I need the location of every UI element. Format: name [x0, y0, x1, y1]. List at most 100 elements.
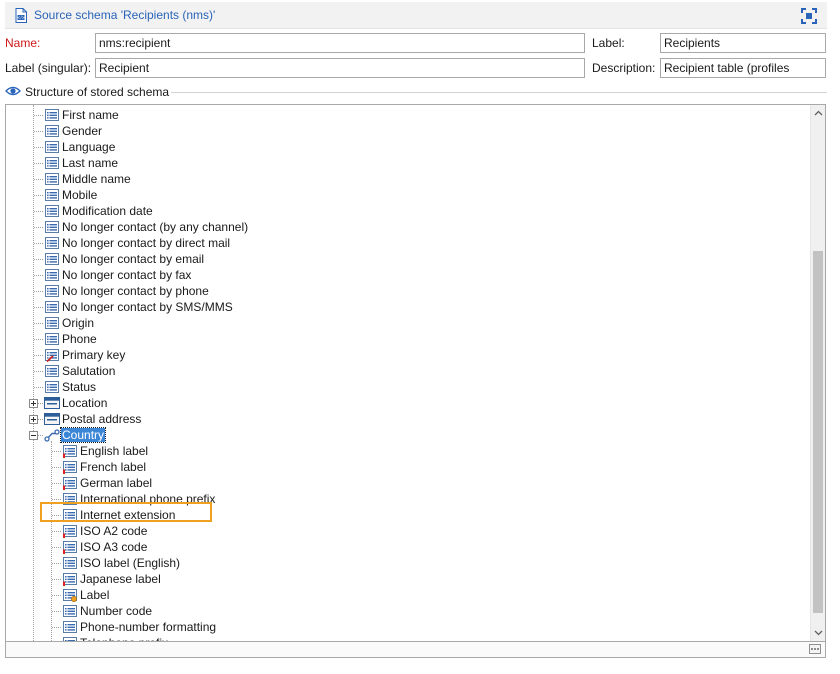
tree-item-label: Gender — [62, 124, 103, 138]
attribute-sql-icon — [63, 461, 77, 474]
attribute-icon — [45, 381, 59, 393]
tree-connector — [34, 147, 43, 148]
tree-connector — [34, 355, 43, 356]
tree-connector — [52, 579, 61, 580]
scroll-up-icon[interactable] — [814, 109, 823, 118]
tree-connector — [34, 243, 43, 244]
maximize-icon[interactable] — [801, 8, 817, 24]
tree-item[interactable]: German label — [62, 475, 662, 491]
tree-connector — [52, 627, 61, 628]
section-divider — [171, 92, 827, 93]
tree-connector — [52, 563, 61, 564]
tree-item[interactable]: Postal address — [44, 411, 644, 427]
tree-item[interactable]: Phone — [44, 331, 644, 347]
tree-item[interactable]: Number code — [62, 603, 662, 619]
tree-item[interactable]: Location — [44, 395, 644, 411]
tree-item[interactable]: Middle name — [44, 171, 644, 187]
tree-item-label: ISO label (English) — [80, 556, 181, 570]
tree-item[interactable]: Telephone prefix — [62, 635, 662, 641]
tree-connector — [34, 387, 43, 388]
scrollbar-thumb[interactable] — [813, 251, 823, 613]
tree-item[interactable]: No longer contact by phone — [44, 283, 644, 299]
attribute-icon — [63, 621, 77, 633]
attribute-icon — [45, 189, 59, 201]
tree-item[interactable]: No longer contact by SMS/MMS — [44, 299, 644, 315]
tree-item[interactable]: Internet extension — [62, 507, 662, 523]
tree-item[interactable]: Country — [44, 427, 644, 443]
attribute-icon — [45, 157, 59, 169]
attribute-icon — [45, 109, 59, 121]
description-field[interactable]: Recipient table (profiles — [660, 58, 826, 78]
tree-item[interactable]: International phone prefix — [62, 491, 662, 507]
window-title: Source schema 'Recipients (nms)' — [34, 8, 216, 22]
expand-icon[interactable] — [29, 399, 38, 408]
schema-tree[interactable]: First name Gender Language Last name Middle … — [5, 104, 826, 642]
description-label: Description: — [592, 61, 656, 75]
tree-item[interactable]: No longer contact by fax — [44, 267, 644, 283]
tree-item-label: Origin — [62, 316, 95, 330]
computed-attribute-icon — [63, 589, 77, 602]
tree-item[interactable]: Label — [62, 587, 662, 603]
tree-item-label: Number code — [80, 604, 153, 618]
attribute-icon — [45, 253, 59, 265]
attribute-icon — [63, 637, 77, 641]
tree-item[interactable]: Primary key — [44, 347, 644, 363]
attribute-icon — [45, 333, 59, 345]
tree-item[interactable]: Origin — [44, 315, 644, 331]
tree-item[interactable]: Modification date — [44, 203, 644, 219]
attribute-icon — [45, 269, 59, 281]
tree-item[interactable]: No longer contact by email — [44, 251, 644, 267]
attribute-icon — [45, 173, 59, 185]
attribute-icon — [45, 317, 59, 329]
name-label: Name: — [5, 36, 41, 50]
key-attribute-icon — [45, 349, 59, 362]
tree-item[interactable]: Last name — [44, 155, 644, 171]
tree-item-label: Language — [62, 140, 116, 154]
tree-connector — [52, 499, 61, 500]
tree-item-label: English label — [80, 444, 149, 458]
tree-guide-line — [33, 105, 34, 641]
tree-item[interactable]: English label — [62, 443, 662, 459]
tree-item[interactable]: Phone-number formatting — [62, 619, 662, 635]
tree-connector — [34, 291, 43, 292]
tree-item-label: ISO A2 code — [80, 524, 148, 538]
name-field[interactable]: nms:recipient — [95, 33, 585, 53]
tree-connector — [34, 179, 43, 180]
tree-item[interactable]: Japanese label — [62, 571, 662, 587]
tree-item-label: Postal address — [62, 412, 142, 426]
tree-item[interactable]: ISO A2 code — [62, 523, 662, 539]
tree-item-label: Label — [80, 588, 110, 602]
label-field[interactable]: Recipients — [660, 33, 826, 53]
tree-item-label: First name — [62, 108, 119, 122]
more-options-icon[interactable] — [809, 644, 821, 654]
tree-item-label: ISO A3 code — [80, 540, 148, 554]
tree-item-label: No longer contact by email — [62, 252, 205, 266]
tree-item[interactable]: No longer contact (by any channel) — [44, 219, 644, 235]
label-singular-field[interactable]: Recipient — [95, 58, 585, 78]
attribute-icon — [45, 221, 59, 233]
tree-item-label: Country — [59, 427, 107, 443]
tree-item[interactable]: ISO A3 code — [62, 539, 662, 555]
section-title: Structure of stored schema — [25, 85, 170, 99]
collapse-icon[interactable] — [29, 431, 38, 440]
tree-item-label: German label — [80, 476, 153, 490]
tree-item-label: No longer contact by phone — [62, 284, 209, 298]
tree-item[interactable]: French label — [62, 459, 662, 475]
tree-item-label: Mobile — [62, 188, 98, 202]
expand-icon[interactable] — [29, 415, 38, 424]
attribute-icon — [63, 605, 77, 617]
tree-connector — [52, 483, 61, 484]
tree-item[interactable]: Language — [44, 139, 644, 155]
tree-item[interactable]: Status — [44, 379, 644, 395]
tree-item[interactable]: ISO label (English) — [62, 555, 662, 571]
vertical-scrollbar[interactable] — [810, 105, 825, 641]
tree-item[interactable]: First name — [44, 107, 644, 123]
tree-item-label: Last name — [62, 156, 119, 170]
scroll-down-icon[interactable] — [814, 628, 823, 637]
tree-item[interactable]: Mobile — [44, 187, 644, 203]
attribute-icon — [45, 205, 59, 217]
tree-item[interactable]: Salutation — [44, 363, 644, 379]
tree-item[interactable]: Gender — [44, 123, 644, 139]
tree-item[interactable]: No longer contact by direct mail — [44, 235, 644, 251]
tree-item-label: Phone-number formatting — [80, 620, 217, 634]
